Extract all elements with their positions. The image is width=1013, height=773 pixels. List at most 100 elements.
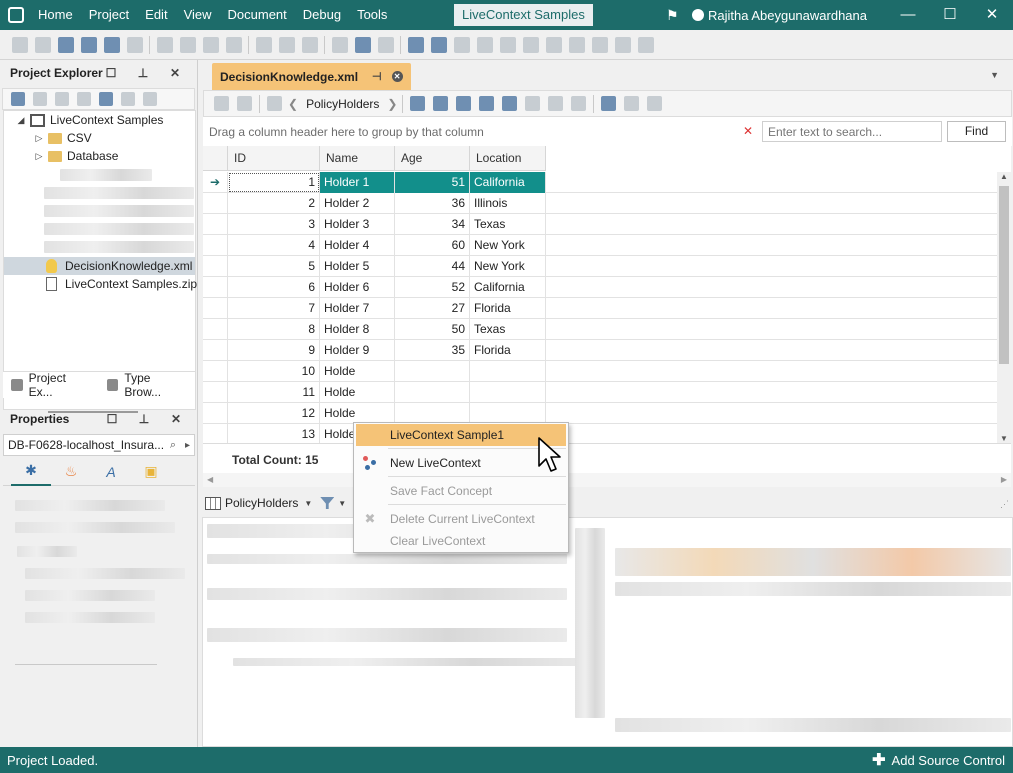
table-cell-name[interactable]: Holder 3 [320,214,395,235]
table-cell-name[interactable]: Holder 2 [320,193,395,214]
delete-row-icon[interactable] [479,96,495,111]
export-icon[interactable] [126,36,143,53]
debug-icon[interactable] [453,36,470,53]
new-document-icon[interactable] [255,36,272,53]
table-cell-id[interactable]: 1 [228,172,320,193]
run-icon[interactable] [430,36,447,53]
report-icon[interactable] [637,36,654,53]
stop-icon[interactable] [499,36,516,53]
table-cell-age[interactable]: 50 [395,319,470,340]
row-indicator[interactable] [203,361,228,382]
step-icon[interactable] [545,36,562,53]
table-cell-location[interactable] [470,403,546,424]
table-cell-age[interactable]: 36 [395,193,470,214]
continue-icon[interactable] [591,36,608,53]
menu-debug[interactable]: Debug [295,0,349,30]
row-indicator[interactable] [203,193,228,214]
table-row[interactable]: 2 Holder 2 36 Illinois [203,193,997,214]
flag-icon[interactable]: ⚑ [666,8,680,22]
row-indicator[interactable] [203,235,228,256]
properties-icon[interactable] [121,92,135,106]
clear-search-icon[interactable]: ✕ [743,124,753,138]
tree-file-decisionknowledge[interactable]: DecisionKnowledge.xml [4,257,195,275]
maximize-button[interactable]: ☐ [929,0,971,30]
add-folder-icon[interactable] [55,92,69,106]
chevron-left-icon[interactable]: ❮ [288,97,298,111]
pin-icon[interactable]: ⊣ [372,70,382,83]
paste-icon[interactable] [202,36,219,53]
table-cell-name[interactable]: Holder 1 [320,172,395,193]
table-cell-id[interactable]: 13 [228,424,320,443]
tab-list-dropdown-icon[interactable]: ▼ [990,70,999,80]
table-cell-id[interactable]: 7 [228,298,320,319]
properties-object-select[interactable]: DB-F0628-localhost_Insura... ⌕ ▸ [3,434,195,456]
row-indicator[interactable] [203,340,228,361]
pin-icon[interactable]: ⊥ [127,66,159,80]
import-icon[interactable] [525,96,541,111]
test-icon[interactable] [476,36,493,53]
menu-document[interactable]: Document [220,0,295,30]
table-cell-name[interactable]: Holder 5 [320,256,395,277]
open-folder-icon[interactable] [57,36,74,53]
table-row[interactable]: 5 Holder 5 44 New York [203,256,997,277]
window-icon[interactable] [407,36,424,53]
user-account[interactable]: Rajitha Abeygunawardhana [691,8,867,23]
table-cell-id[interactable]: 9 [228,340,320,361]
row-indicator[interactable] [203,403,228,424]
table-cell-id[interactable]: 4 [228,235,320,256]
table-cell-location[interactable]: Illinois [470,193,546,214]
table-cell-age[interactable]: 60 [395,235,470,256]
history-icon[interactable] [614,36,631,53]
pin-icon[interactable]: ⊥ [128,412,160,426]
table-cell-location[interactable]: New York [470,256,546,277]
row-indicator[interactable] [203,214,228,235]
float-icon[interactable]: ☐ [96,412,128,426]
add-document-icon[interactable] [278,36,295,53]
general-settings-icon[interactable]: ✱ [11,458,51,486]
table-cell-name[interactable]: Holder 9 [320,340,395,361]
table-row[interactable]: 3 Holder 3 34 Texas [203,214,997,235]
table-cell-name[interactable]: Holde [320,403,395,424]
table-cell-location[interactable] [470,361,546,382]
table-cell-age[interactable] [395,382,470,403]
float-icon[interactable]: ☐ [95,66,127,80]
open-icon[interactable] [237,96,252,111]
row-indicator[interactable] [203,424,228,443]
step-over-icon[interactable] [568,36,585,53]
table-row[interactable]: 4 Holder 4 60 New York [203,235,997,256]
table-row[interactable]: 10 Holde [203,361,997,382]
refresh-icon[interactable] [11,92,25,106]
table-view-icon[interactable] [410,96,426,111]
table-cell-id[interactable]: 3 [228,214,320,235]
collapse-icon[interactable]: ◢ [16,115,26,126]
table-cell-location[interactable] [470,382,546,403]
table-cell-location[interactable]: New York [470,235,546,256]
table-cell-location[interactable]: Florida [470,298,546,319]
table-cell-location[interactable]: Texas [470,214,546,235]
table-cell-id[interactable]: 2 [228,193,320,214]
menu-home[interactable]: Home [30,0,81,30]
menu-tools[interactable]: Tools [349,0,395,30]
new-icon[interactable] [214,96,229,111]
table-cell-id[interactable]: 8 [228,319,320,340]
insert-icon[interactable] [571,96,587,111]
table-cell-name[interactable]: Holde [320,361,395,382]
group-by-panel[interactable]: Drag a column header here to group by th… [203,117,1012,146]
row-indicator[interactable] [203,382,228,403]
table-cell-id[interactable]: 6 [228,277,320,298]
table-cell-age[interactable]: 35 [395,340,470,361]
table-cell-name[interactable]: Holde [320,382,395,403]
table-row[interactable]: 6 Holder 6 52 California [203,277,997,298]
expand-icon[interactable]: ▷ [34,151,44,162]
table-cell-location[interactable]: California [470,172,546,193]
settings-icon[interactable] [331,36,348,53]
scroll-thumb[interactable] [999,186,1009,364]
row-indicator[interactable] [203,256,228,277]
filter-icon[interactable] [320,497,335,509]
table-row[interactable]: 9 Holder 9 35 Florida [203,340,997,361]
tree-root[interactable]: ◢ LiveContext Samples [16,111,164,129]
close-button[interactable]: ✕ [971,0,1013,30]
save-all-icon[interactable] [103,36,120,53]
close-panel-icon[interactable]: ✕ [160,412,192,426]
tree-folder-csv[interactable]: ▷ CSV [34,129,92,147]
